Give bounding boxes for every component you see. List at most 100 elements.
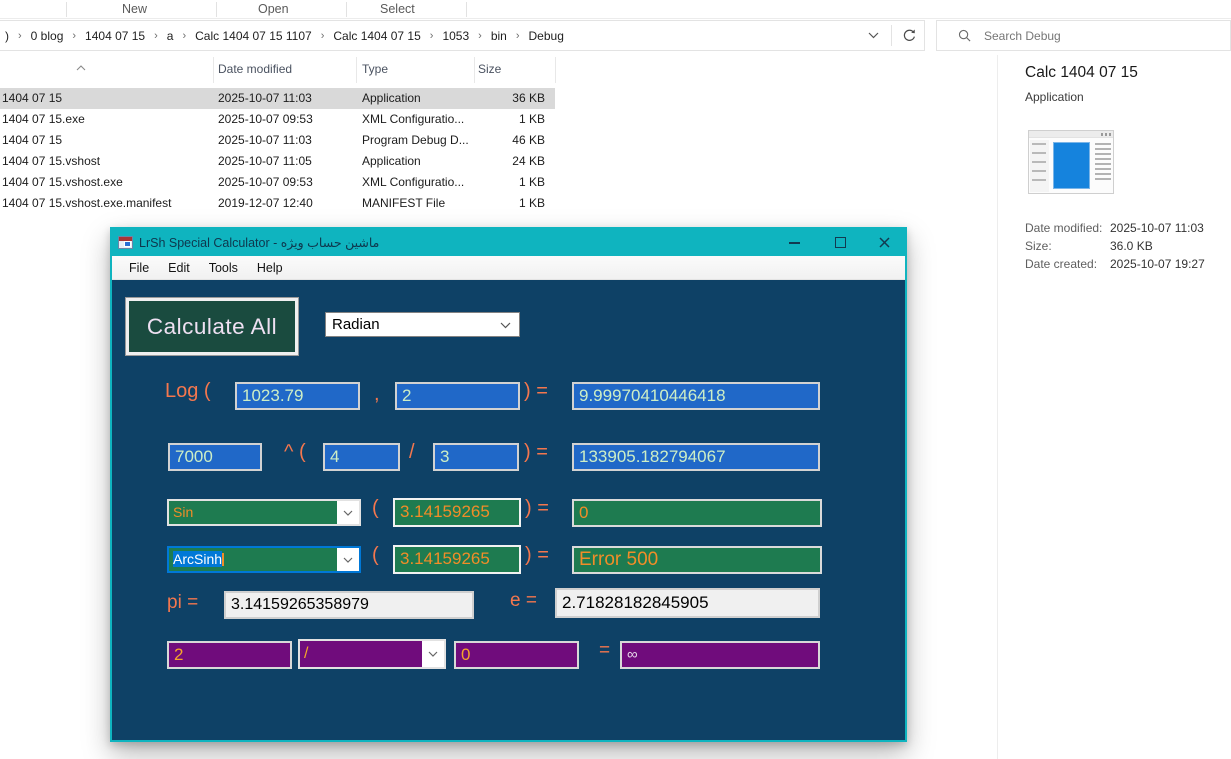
file-date: 2025-10-07 11:03 <box>218 91 312 105</box>
table-row[interactable]: 1404 07 15 2025-10-07 11:03 Application … <box>0 88 555 109</box>
address-divider <box>891 25 892 46</box>
pow-base-input[interactable]: 7000 <box>168 443 262 471</box>
table-row[interactable]: 1404 07 15.vshost.exe.manifest 2019-12-0… <box>0 193 555 214</box>
breadcrumb-item[interactable]: Calc 1404 07 15 <box>332 29 421 43</box>
pow-denominator-input[interactable]: 3 <box>433 443 519 471</box>
pow-result-field[interactable]: 133905.182794067 <box>572 443 820 471</box>
function2-value: ArcSinh <box>169 548 337 571</box>
chevron-right-icon: › <box>313 30 333 42</box>
log-label: Log ( <box>165 380 211 403</box>
function2-select[interactable]: ArcSinh <box>167 546 361 573</box>
column-divider <box>555 57 556 83</box>
table-row[interactable]: 1404 07 15.vshost.exe 2025-10-07 09:53 X… <box>0 172 555 193</box>
file-name: 1404 07 15.vshost.exe <box>2 175 123 189</box>
file-name: 1404 07 15.exe <box>2 112 85 126</box>
angle-mode-value: Radian <box>332 316 380 333</box>
chevron-down-icon <box>428 651 438 657</box>
app-icon <box>118 236 133 249</box>
toolbar-select-button[interactable]: Select <box>380 2 415 16</box>
menu-edit[interactable]: Edit <box>168 261 190 275</box>
file-type: Program Debug D... <box>362 133 469 147</box>
chevron-down-icon <box>343 510 353 516</box>
log-arg2-input[interactable]: 2 <box>395 382 520 410</box>
e-value-field[interactable]: 2.71828182845905 <box>555 588 820 618</box>
file-size: 24 KB <box>512 154 545 168</box>
file-type: XML Configuratio... <box>362 175 464 189</box>
toolbar-open-button[interactable]: Open <box>258 2 289 16</box>
refresh-button[interactable] <box>896 20 922 51</box>
menu-file[interactable]: File <box>129 261 149 275</box>
maximize-icon <box>835 237 846 248</box>
file-type: Application <box>362 91 421 105</box>
calculator-titlebar: LrSh Special Calculator - ماشین حساب ویژ… <box>112 229 905 256</box>
fn2-result-field[interactable]: Error 500 <box>572 546 822 574</box>
breadcrumb-item[interactable]: Debug <box>528 29 565 43</box>
pi-value-field[interactable]: 3.14159265358979 <box>224 591 474 619</box>
file-name: 1404 07 15 <box>2 133 62 147</box>
div-equals-label: = <box>599 640 610 662</box>
column-header-type[interactable]: Type <box>362 62 388 76</box>
detail-label: Date created: <box>1025 257 1097 271</box>
combo-dropdown-button[interactable] <box>337 501 359 524</box>
combo-dropdown-button[interactable] <box>337 548 359 571</box>
fn2-arg-input[interactable]: 3.14159265 <box>393 545 521 574</box>
selected-text: ArcSinh <box>173 551 222 567</box>
breadcrumb-item[interactable]: a <box>166 29 175 43</box>
address-dropdown-button[interactable] <box>860 20 886 51</box>
sort-ascending-icon <box>76 58 86 76</box>
column-header-size[interactable]: Size <box>478 62 501 76</box>
file-name: 1404 07 15.vshost.exe.manifest <box>2 196 171 210</box>
log-arg1-input[interactable]: 1023.79 <box>235 382 360 410</box>
chevron-right-icon: › <box>146 30 166 42</box>
breadcrumb-item[interactable]: 0 blog <box>30 29 65 43</box>
menu-help[interactable]: Help <box>257 261 283 275</box>
angle-mode-select[interactable]: Radian <box>325 312 520 337</box>
chevron-right-icon: › <box>174 30 194 42</box>
div-operator-value: / <box>300 641 422 667</box>
breadcrumb-item[interactable]: Calc 1404 07 15 1107 <box>194 29 313 43</box>
close-icon <box>879 237 890 248</box>
fn2-close-label: ) = <box>525 544 549 567</box>
search-icon <box>958 29 971 42</box>
menu-tools[interactable]: Tools <box>209 261 238 275</box>
function1-select[interactable]: Sin <box>167 499 361 526</box>
fn1-result-field[interactable]: 0 <box>572 499 822 527</box>
file-date: 2019-12-07 12:40 <box>218 196 313 210</box>
column-divider <box>474 57 475 83</box>
file-size: 1 KB <box>519 196 545 210</box>
search-input[interactable] <box>982 28 1230 44</box>
file-name: 1404 07 15.vshost <box>2 154 100 168</box>
log-comma-label: , <box>374 383 380 406</box>
file-name: 1404 07 15 <box>2 91 62 105</box>
table-row[interactable]: 1404 07 15.vshost 2025-10-07 11:05 Appli… <box>0 151 555 172</box>
log-result-field[interactable]: 9.99970410446418 <box>572 382 820 410</box>
toolbar-new-button[interactable]: New <box>122 2 147 16</box>
minimize-button[interactable] <box>780 229 810 256</box>
file-type: Application <box>362 154 421 168</box>
div-b-input[interactable]: 0 <box>454 641 579 669</box>
table-row[interactable]: 1404 07 15.exe 2025-10-07 09:53 XML Conf… <box>0 109 555 130</box>
column-divider <box>356 57 357 83</box>
close-button[interactable] <box>870 229 900 256</box>
maximize-button[interactable] <box>826 229 856 256</box>
breadcrumb-item[interactable]: 1053 <box>441 29 470 43</box>
div-a-input[interactable]: 2 <box>167 641 292 669</box>
search-box[interactable] <box>936 20 1231 51</box>
pow-numerator-input[interactable]: 4 <box>323 443 400 471</box>
breadcrumb-item[interactable]: 1404 07 15 <box>84 29 146 43</box>
breadcrumb-item[interactable]: bin <box>490 29 508 43</box>
combo-dropdown-button[interactable] <box>422 641 444 667</box>
fn1-arg-input[interactable]: 3.14159265 <box>393 498 521 527</box>
calculator-window: LrSh Special Calculator - ماشین حساب ویژ… <box>110 227 907 742</box>
file-date: 2025-10-07 09:53 <box>218 112 313 126</box>
address-bar[interactable]: ) › 0 blog › 1404 07 15 › a › Calc 1404 … <box>0 20 925 51</box>
file-size: 1 KB <box>519 112 545 126</box>
pow-slash-label: / <box>409 441 415 464</box>
calculate-all-button[interactable]: Calculate All <box>126 298 298 355</box>
div-result-field[interactable]: ∞ <box>620 641 820 669</box>
div-operator-select[interactable]: / <box>298 639 446 669</box>
table-row[interactable]: 1404 07 15 2025-10-07 11:03 Program Debu… <box>0 130 555 151</box>
text-cursor <box>222 553 224 566</box>
fn2-open-label: ( <box>372 544 379 567</box>
column-header-date-modified[interactable]: Date modified <box>218 62 292 76</box>
